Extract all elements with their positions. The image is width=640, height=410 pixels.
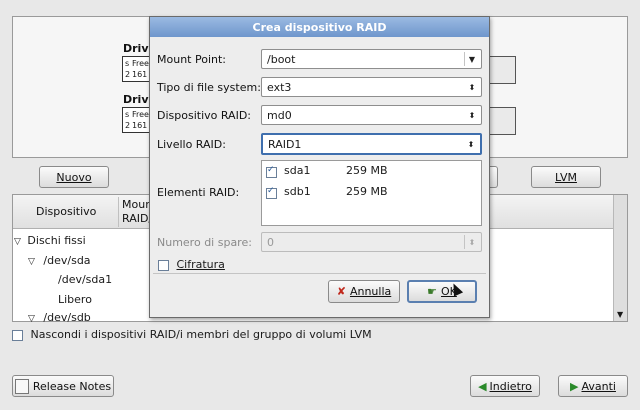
raid-member-row[interactable]: sda1 259 MB: [266, 164, 388, 178]
spin-arrows-icon[interactable]: ⬍: [464, 235, 479, 249]
cancel-label: Annulla: [349, 285, 392, 298]
encrypt-checkbox-row[interactable]: Cifratura: [158, 258, 225, 271]
tree-label: /dev/sda: [43, 254, 91, 267]
expander-down-icon[interactable]: ▽: [28, 257, 35, 267]
filesystem-select[interactable]: ext3 ⬍: [261, 77, 482, 97]
new-button[interactable]: Nuovo: [39, 166, 109, 188]
encrypt-label: Cifratura: [176, 258, 225, 271]
raid-level-select[interactable]: RAID1 ⬍: [261, 133, 482, 155]
drive1-graph-right: [488, 56, 516, 84]
spares-spinner[interactable]: 0 ⬍: [261, 232, 482, 252]
dropdown-arrow-icon[interactable]: ▼: [464, 52, 479, 66]
expander-down-icon[interactable]: ▽: [28, 314, 35, 322]
col-mount-header-line2: RAID/: [122, 212, 153, 225]
drive2-graph-right: [488, 107, 516, 135]
encrypt-checkbox[interactable]: [158, 259, 169, 271]
member-size: 259 MB: [346, 185, 388, 198]
mount-point-value: /boot: [267, 52, 296, 66]
drive2-cell-s: s: [125, 110, 130, 119]
up-down-arrows-icon[interactable]: ⬍: [465, 80, 479, 94]
tree-row-sda1[interactable]: /dev/sda1: [58, 273, 112, 286]
drive2-cell-2: 2: [125, 121, 131, 130]
raid-device-select[interactable]: md0 ⬍: [261, 105, 482, 125]
member-checkbox[interactable]: [266, 186, 277, 199]
raid-device-value: md0: [267, 108, 292, 122]
up-down-arrows-icon[interactable]: ⬍: [464, 137, 478, 151]
up-down-arrows-icon[interactable]: ⬍: [465, 108, 479, 122]
mount-point-label: Mount Point:: [157, 53, 226, 66]
lvm-button-label: LVM: [555, 170, 577, 184]
tree-row-fixed-disks[interactable]: ▽ Dischi fissi: [14, 234, 86, 247]
drive1-cell-2: 2: [125, 70, 131, 79]
next-label: Avanti: [581, 379, 616, 393]
lvm-button[interactable]: LVM: [531, 166, 601, 188]
table-scrollbar[interactable]: ▼: [613, 195, 627, 321]
hide-raid-label: Nascondi i dispositivi RAID/i membri del…: [30, 328, 372, 341]
spares-value: 0: [267, 235, 274, 249]
ok-hand-icon: ☛: [427, 285, 437, 298]
member-size: 259 MB: [346, 164, 388, 177]
col-device-header[interactable]: Dispositivo: [36, 205, 96, 218]
member-name: sda1: [284, 164, 311, 177]
col-mount-header[interactable]: Moun: [122, 198, 152, 211]
tree-row-sdb[interactable]: ▽ /dev/sdb: [28, 311, 91, 322]
ok-button[interactable]: ☛ OK: [407, 280, 477, 303]
cancel-button[interactable]: ✘ Annulla: [328, 280, 400, 303]
arrow-left-icon: ◀: [478, 379, 487, 393]
raid-device-label: Dispositivo RAID:: [157, 109, 252, 122]
raid-members-label: Elementi RAID:: [157, 186, 240, 199]
raid-level-value: RAID1: [268, 137, 302, 151]
scroll-down-arrow[interactable]: ▼: [617, 310, 623, 319]
next-button[interactable]: ▶ Avanti: [558, 375, 628, 397]
arrow-right-icon: ▶: [570, 379, 579, 393]
tree-label: Libero: [58, 293, 92, 306]
hide-raid-checkbox-row[interactable]: Nascondi i dispositivi RAID/i membri del…: [12, 328, 372, 341]
release-notes-label: Release Notes: [32, 379, 112, 393]
new-button-label: Nuovo: [56, 170, 92, 184]
tree-label: /dev/sdb: [43, 311, 91, 322]
member-name: sdb1: [284, 185, 311, 198]
back-label: Indietro: [489, 379, 532, 393]
member-checkbox[interactable]: [266, 165, 277, 178]
tree-label: /dev/sda1: [58, 273, 113, 286]
hide-raid-checkbox[interactable]: [12, 329, 23, 341]
tree-row-free[interactable]: Libero: [58, 293, 92, 306]
filesystem-value: ext3: [267, 80, 292, 94]
dialog-title-bar[interactable]: Crea dispositivo RAID: [150, 17, 489, 37]
drive1-cell-161: 161: [132, 70, 148, 79]
drive2-cell-161: 161: [132, 121, 148, 130]
drive1-cell-free: Free: [132, 59, 149, 68]
notes-icon: [14, 378, 29, 394]
drive1-cell-s: s: [125, 59, 130, 68]
raid-level-label: Livello RAID:: [157, 138, 226, 151]
spares-label: Numero di spare:: [157, 236, 252, 249]
tree-row-sda[interactable]: ▽ /dev/sda: [28, 254, 91, 267]
back-button[interactable]: ◀ Indietro: [470, 375, 540, 397]
raid-member-row[interactable]: sdb1 259 MB: [266, 185, 388, 199]
release-notes-button[interactable]: Release Notes: [12, 375, 114, 397]
expander-down-icon[interactable]: ▽: [14, 237, 21, 247]
col-divider: [118, 197, 119, 227]
drive2-graph[interactable]: s Free 2 161: [122, 107, 150, 133]
drive1-graph[interactable]: s Free 2 161: [122, 56, 150, 82]
dialog-separator: [153, 273, 486, 274]
tree-label: Dischi fissi: [27, 234, 86, 247]
mount-point-combo[interactable]: /boot ▼: [261, 49, 482, 69]
filesystem-label: Tipo di file system:: [157, 81, 261, 94]
cancel-x-icon: ✘: [336, 285, 346, 298]
dialog-title: Crea dispositivo RAID: [252, 20, 387, 34]
drive2-cell-free: Free: [132, 110, 149, 119]
